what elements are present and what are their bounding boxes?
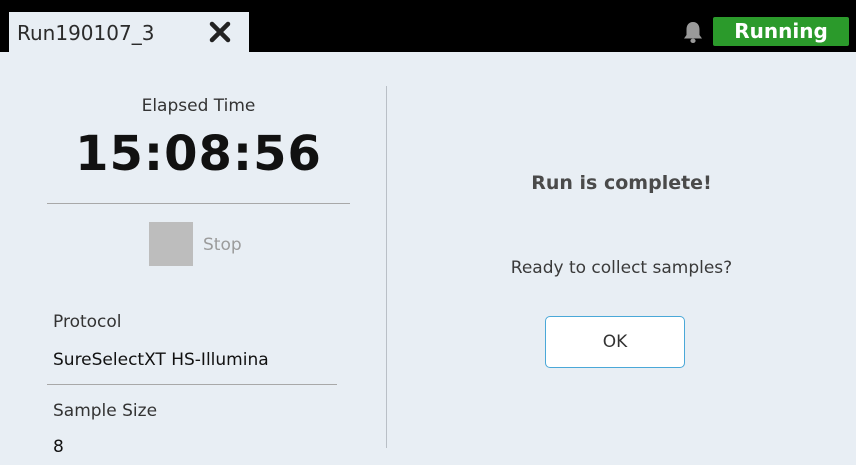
divider [47, 384, 337, 385]
stop-icon [149, 222, 193, 266]
bell-icon[interactable] [682, 20, 704, 44]
elapsed-time-value: 15:08:56 [75, 126, 322, 182]
top-bar: Run190107_3 Running [0, 0, 856, 52]
stop-label: Stop [203, 235, 242, 255]
elapsed-time-label: Elapsed Time [141, 96, 256, 116]
tab-run[interactable]: Run190107_3 [9, 12, 249, 52]
run-info-panel: Elapsed Time 15:08:56 Stop Protocol Sure… [0, 52, 386, 465]
status-badge: Running [713, 17, 849, 46]
close-icon[interactable] [207, 19, 233, 45]
tab-title: Run190107_3 [17, 21, 155, 45]
completion-message: Ready to collect samples? [510, 258, 733, 278]
protocol-value: SureSelectXT HS-Illumina [53, 350, 269, 370]
divider [47, 203, 350, 204]
ok-button[interactable]: OK [545, 316, 685, 368]
protocol-label: Protocol [53, 312, 122, 332]
sample-size-label: Sample Size [53, 401, 158, 421]
stop-button[interactable]: Stop [149, 222, 309, 266]
completion-title: Run is complete! [531, 172, 712, 194]
sample-size-value: 8 [53, 437, 64, 457]
